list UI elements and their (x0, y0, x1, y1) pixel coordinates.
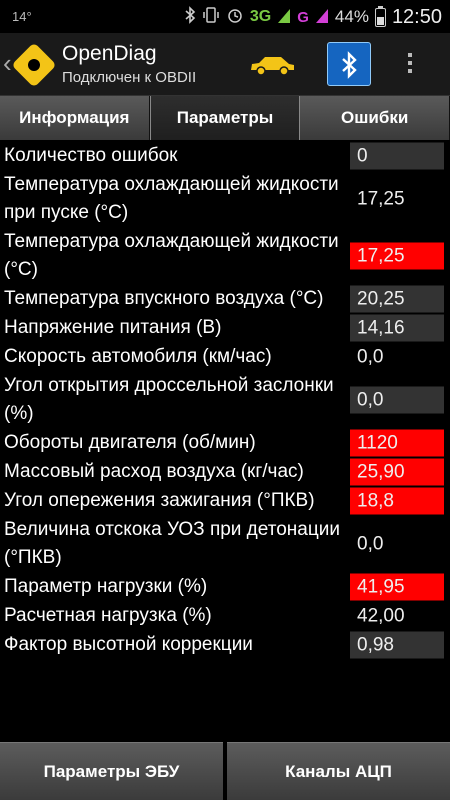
param-value: 17,25 (357, 188, 405, 210)
bluetooth-icon (342, 51, 357, 79)
params-list[interactable]: Количество ошибок 0 Температура охлаждаю… (0, 142, 450, 738)
param-label: Массовый расход воздуха (кг/час) (4, 461, 304, 482)
param-label: Количество ошибок (4, 145, 178, 166)
bluetooth-icon (184, 5, 196, 29)
car-icon[interactable] (248, 53, 296, 77)
param-value: 42,00 (357, 605, 405, 627)
param-label: Угол открытия дроссельной заслонки (%) (4, 375, 334, 424)
param-label: Обороты двигателя (об/мин) (4, 432, 256, 453)
param-row: Напряжение питания (В) 14,16 (0, 314, 450, 342)
adc-channels-button[interactable]: Каналы АЦП (227, 742, 450, 800)
param-value: 0,0 (357, 346, 384, 368)
param-row: Угол открытия дроссельной заслонки (%) 0… (0, 372, 450, 428)
action-bar: ‹ OpenDiag Подключен к OBDII (0, 33, 450, 96)
param-row: Скорость автомобиля (км/час) 0,0 (0, 343, 450, 371)
param-row: Температура охлаждающей жидкости (°C) 17… (0, 228, 450, 284)
param-value: 20,25 (350, 285, 444, 313)
status-icons: 3G G 44% 12:50 (184, 5, 442, 29)
battery-percent: 44% (334, 7, 369, 26)
tab-info[interactable]: Информация (0, 96, 150, 140)
param-label: Температура впускного воздуха (°C) (4, 288, 324, 309)
status-bar: 14° 3G G 44% 12:50 (0, 0, 450, 33)
vibrate-icon (202, 6, 220, 29)
signal-icon (315, 6, 329, 29)
param-row: Температура впускного воздуха (°C) 20,25 (0, 285, 450, 313)
tab-errors[interactable]: Ошибки (300, 96, 450, 140)
param-label: Температура охлаждающей жидкости (°C) (4, 231, 339, 280)
bottom-bar: Параметры ЭБУ Каналы АЦП (0, 742, 450, 800)
ecu-params-button[interactable]: Параметры ЭБУ (0, 742, 223, 800)
param-label: Угол опережения зажигания (°ПКВ) (4, 490, 315, 511)
param-value: 25,90 (350, 458, 444, 486)
param-label: Расчетная нагрузка (%) (4, 605, 212, 626)
app-title: OpenDiag (62, 42, 157, 65)
param-value: 0,98 (350, 631, 444, 659)
status-left-text: 14° (12, 9, 32, 24)
clock: 12:50 (391, 5, 442, 28)
tab-bar: Информация Параметры Ошибки (0, 96, 450, 140)
param-label: Температура охлаждающей жидкости при пус… (4, 174, 339, 223)
param-value: 0,0 (357, 533, 384, 555)
tab-params[interactable]: Параметры (149, 96, 301, 140)
param-row: Массовый расход воздуха (кг/час) 25,90 (0, 458, 450, 486)
bluetooth-button[interactable] (327, 42, 371, 86)
param-value: 0 (350, 142, 444, 170)
connection-status: Подключен к OBDII (62, 69, 197, 86)
overflow-menu-icon[interactable] (405, 50, 415, 80)
param-value: 1120 (350, 429, 444, 457)
param-label: Величина отскока УОЗ при детонации (°ПКВ… (4, 519, 340, 568)
param-row: Угол опережения зажигания (°ПКВ) 18,8 (0, 487, 450, 515)
param-label: Параметр нагрузки (%) (4, 576, 208, 597)
param-row: Температура охлаждающей жидкости при пус… (0, 171, 450, 227)
param-value: 14,16 (350, 314, 444, 342)
network-3g-label: 3G (249, 8, 272, 25)
list-fade-edge (0, 716, 450, 738)
param-row: Величина отскока УОЗ при детонации (°ПКВ… (0, 516, 450, 572)
param-row: Фактор высотной коррекции 0,98 (0, 631, 450, 659)
param-row: Расчетная нагрузка (%) 42,00 (0, 602, 450, 630)
battery-icon (374, 5, 386, 27)
param-row: Параметр нагрузки (%) 41,95 (0, 573, 450, 601)
param-value: 17,25 (350, 242, 444, 270)
param-label: Фактор высотной коррекции (4, 634, 253, 655)
param-row: Обороты двигателя (об/мин) 1120 (0, 429, 450, 457)
param-label: Скорость автомобиля (км/час) (4, 346, 272, 367)
signal-icon (277, 6, 291, 29)
param-row: Количество ошибок 0 (0, 142, 450, 170)
back-chevron-icon[interactable]: ‹ (3, 48, 12, 79)
param-value: 18,8 (350, 487, 444, 515)
param-label: Напряжение питания (В) (4, 317, 222, 338)
alarm-icon (226, 6, 244, 29)
app-logo-icon-dot (28, 59, 40, 71)
param-value: 0,0 (350, 386, 444, 414)
network-g-label: G (297, 8, 309, 26)
param-value: 41,95 (350, 573, 444, 601)
